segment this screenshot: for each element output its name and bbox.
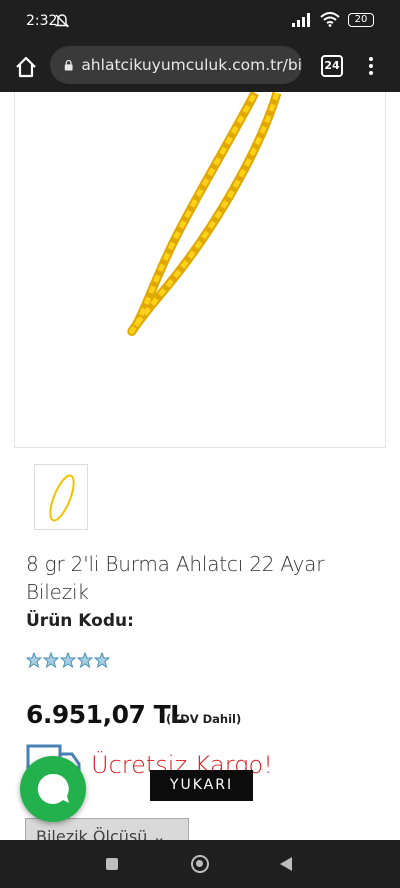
star-icon	[43, 652, 59, 668]
thumbnail-bracelet	[49, 474, 75, 522]
back-icon[interactable]	[280, 857, 292, 871]
product-price: 6.951,07 TL	[26, 700, 186, 729]
star-icon	[94, 652, 110, 668]
home-nav-icon[interactable]	[191, 855, 209, 873]
product-code-label: Ürün Kodu:	[26, 611, 134, 631]
wifi-icon	[320, 12, 340, 27]
chat-bubble-icon	[37, 773, 69, 804]
tab-switcher-button[interactable]: 24	[321, 55, 343, 77]
address-bar[interactable]: ahlatcikuyumculuk.com.tr/bi	[50, 46, 302, 84]
system-nav-bar	[0, 840, 400, 888]
rating-stars	[26, 652, 110, 668]
url-text: ahlatcikuyumculuk.com.tr/bi	[81, 56, 302, 74]
chat-button[interactable]	[20, 756, 86, 822]
status-icons: 20	[292, 12, 374, 27]
signal-icon	[292, 12, 310, 27]
star-icon	[77, 652, 93, 668]
page-content: 8 gr 2'li Burma Ahlatcı 22 Ayar Bilezik …	[0, 92, 400, 840]
product-thumbnail[interactable]	[34, 464, 88, 530]
overflow-menu-icon[interactable]	[364, 54, 378, 80]
product-title: 8 gr 2'li Burma Ahlatcı 22 Ayar Bilezik	[26, 552, 325, 604]
star-icon	[26, 652, 42, 668]
status-bar: 2:32 20	[0, 0, 400, 42]
vat-note: (KDV Dahil)	[166, 712, 242, 726]
recents-icon[interactable]	[106, 858, 118, 870]
battery-icon: 20	[348, 12, 374, 27]
mute-icon	[54, 14, 70, 28]
bracelet-image	[127, 92, 282, 336]
product-image[interactable]	[14, 92, 386, 448]
lock-icon	[64, 59, 73, 71]
browser-toolbar: ahlatcikuyumculuk.com.tr/bi 24	[0, 42, 400, 92]
status-time: 2:32	[26, 13, 58, 29]
star-icon	[60, 652, 76, 668]
home-icon[interactable]	[12, 53, 40, 81]
scroll-top-button[interactable]: YUKARI	[150, 770, 253, 801]
